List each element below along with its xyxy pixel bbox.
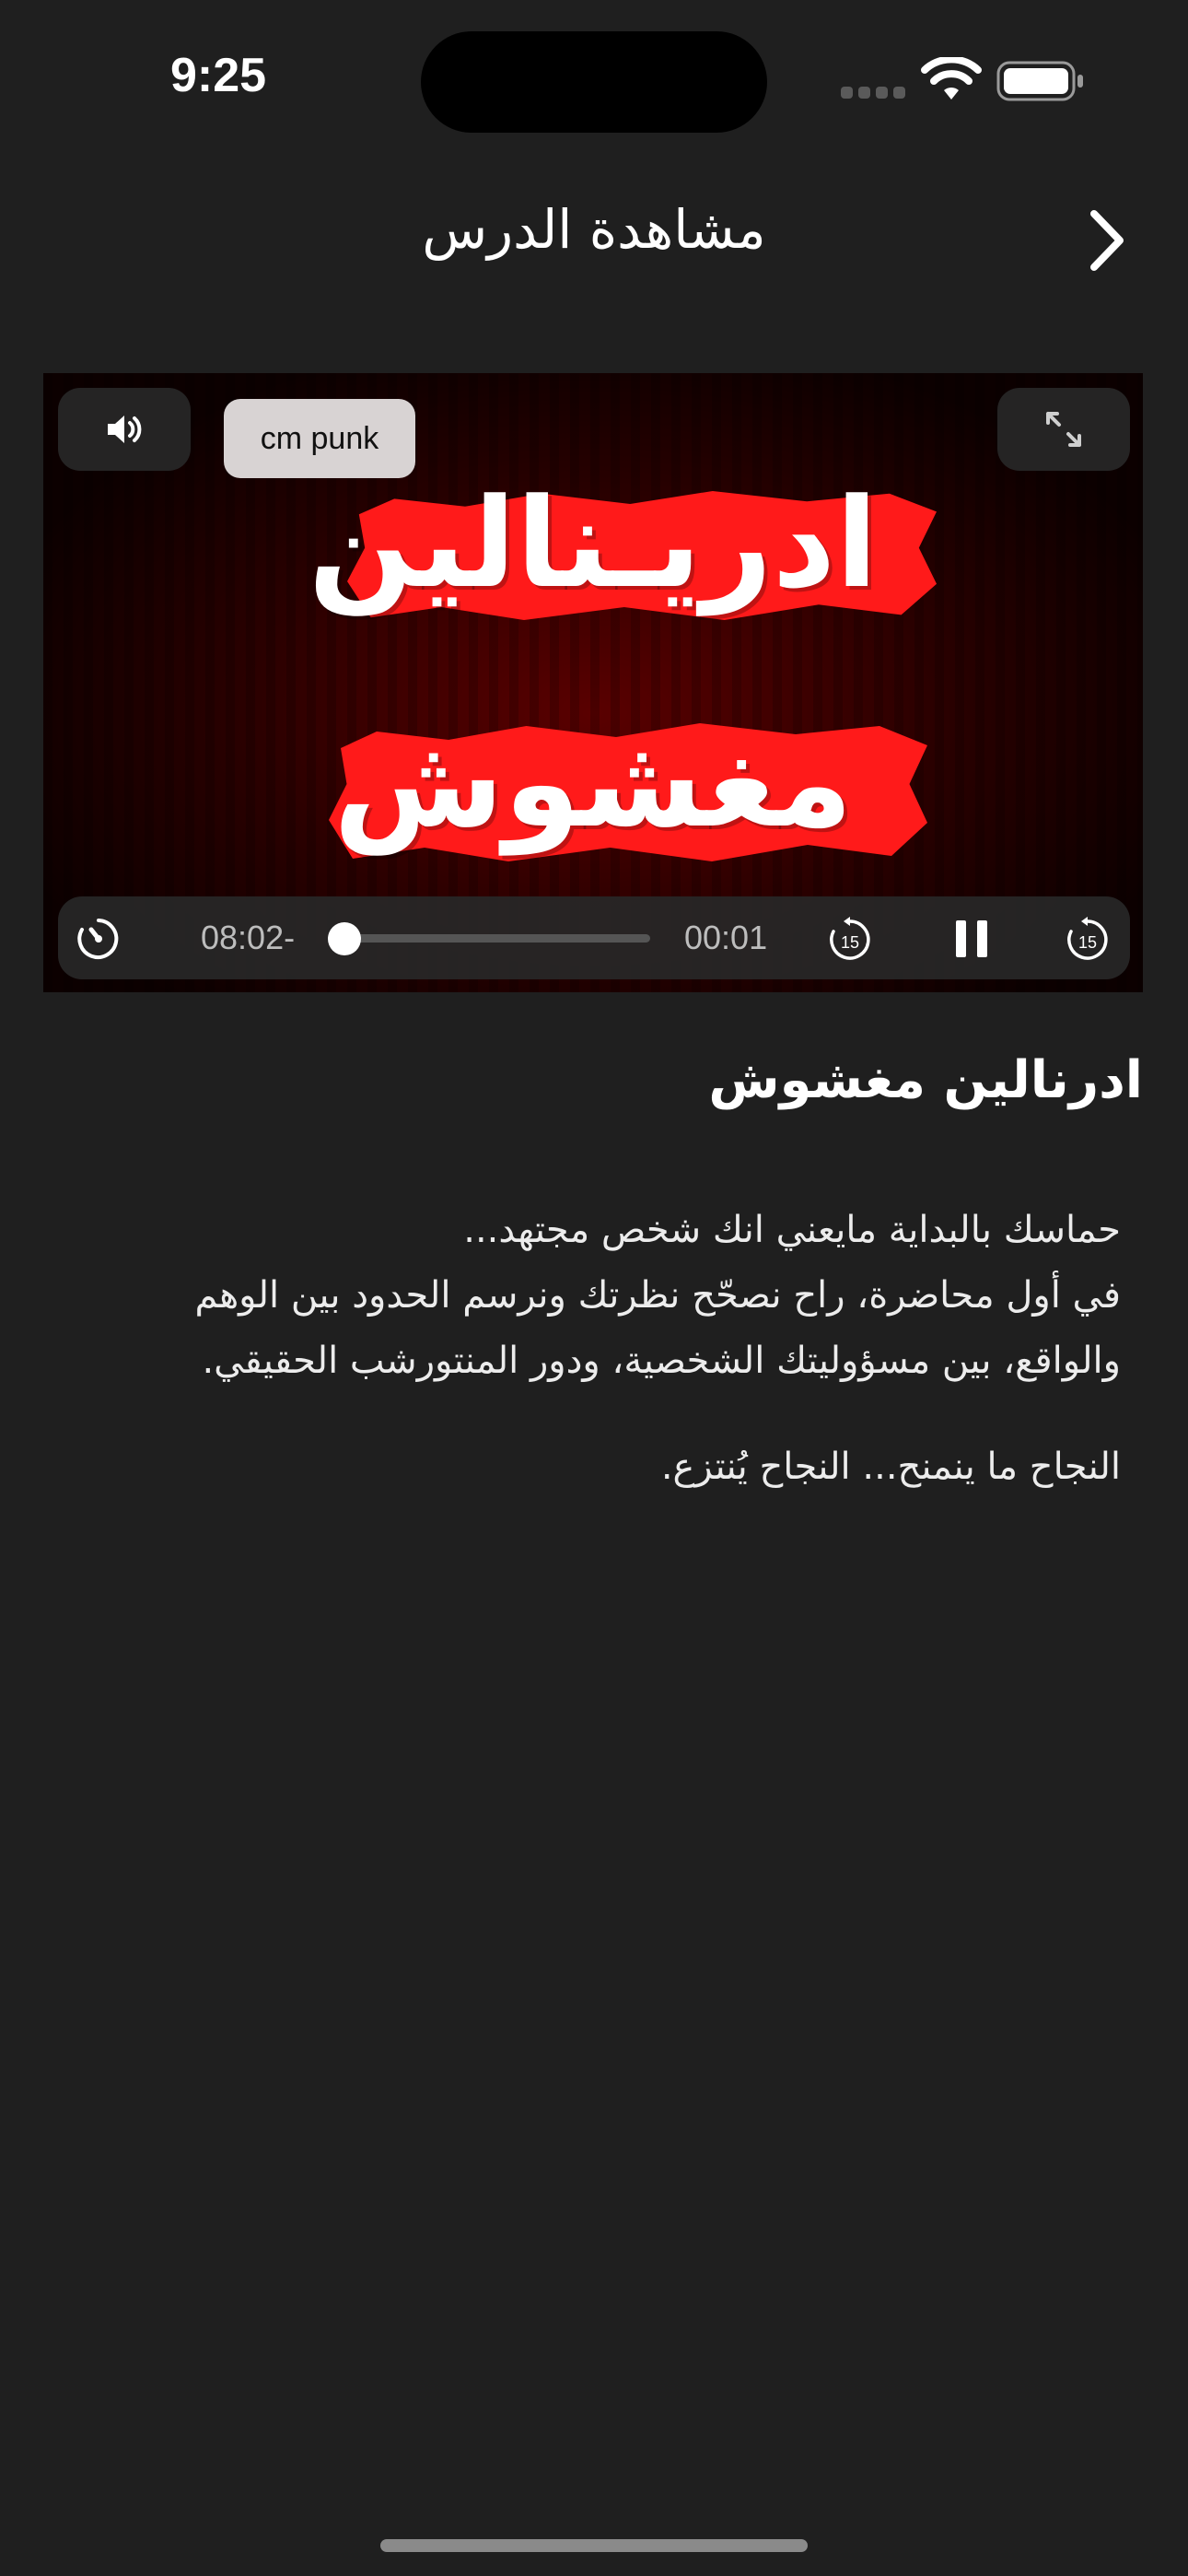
description-line-3: النجاح ما ينمنح... النجاح يُنتزع. [660,1446,1121,1488]
status-time: 9:25 [170,49,267,102]
video-player[interactable]: ادريـنالين مغشوش cm punk 08:02- 00:01 15… [43,373,1143,992]
chip-label[interactable]: cm punk [224,399,415,478]
battery-icon [996,61,1083,101]
volume-icon [108,416,142,443]
fullscreen-icon [1046,412,1081,447]
remaining-time: 08:02- [201,919,296,956]
description-line-1: حماسك بالبداية مايعني انك شخص مجتهد... [463,1209,1121,1251]
skip-back-15-icon[interactable]: 15 [825,915,875,965]
speed-icon[interactable] [75,915,122,963]
pause-icon[interactable] [948,915,996,963]
skip-forward-label: 15 [1078,933,1097,952]
fullscreen-button[interactable] [997,388,1130,471]
elapsed-time: 00:01 [684,919,768,956]
skip-forward-15-icon[interactable]: 15 [1063,915,1112,965]
playback-controls: 08:02- 00:01 15 15 [58,896,1130,979]
lesson-description: حماسك بالبداية مايعني انك شخص مجتهد... ف… [92,1198,1121,1500]
progress-thumb[interactable] [328,922,361,955]
video-title-line-1: ادريـنالين [308,472,879,615]
page-title: مشاهدة الدرس [422,198,766,261]
lesson-screen: 9:25 مشاهدة الدرس ادريـنالين مغشوش cm pu… [0,0,1188,2576]
home-indicator[interactable] [380,2539,808,2552]
description-line-2: في أول محاضرة، راح نصحّح نظرتك ونرسم الح… [194,1274,1121,1382]
lesson-title: ادرنالين مغشوش [708,1050,1143,1110]
video-title-line-2: مغشوش [333,711,853,855]
skip-back-label: 15 [841,933,859,952]
signal-icon [841,87,905,99]
progress-track[interactable] [334,934,650,943]
chevron-icon[interactable] [1087,208,1127,273]
wifi-icon [921,57,982,100]
volume-button[interactable] [58,388,191,471]
dynamic-island [421,31,767,133]
